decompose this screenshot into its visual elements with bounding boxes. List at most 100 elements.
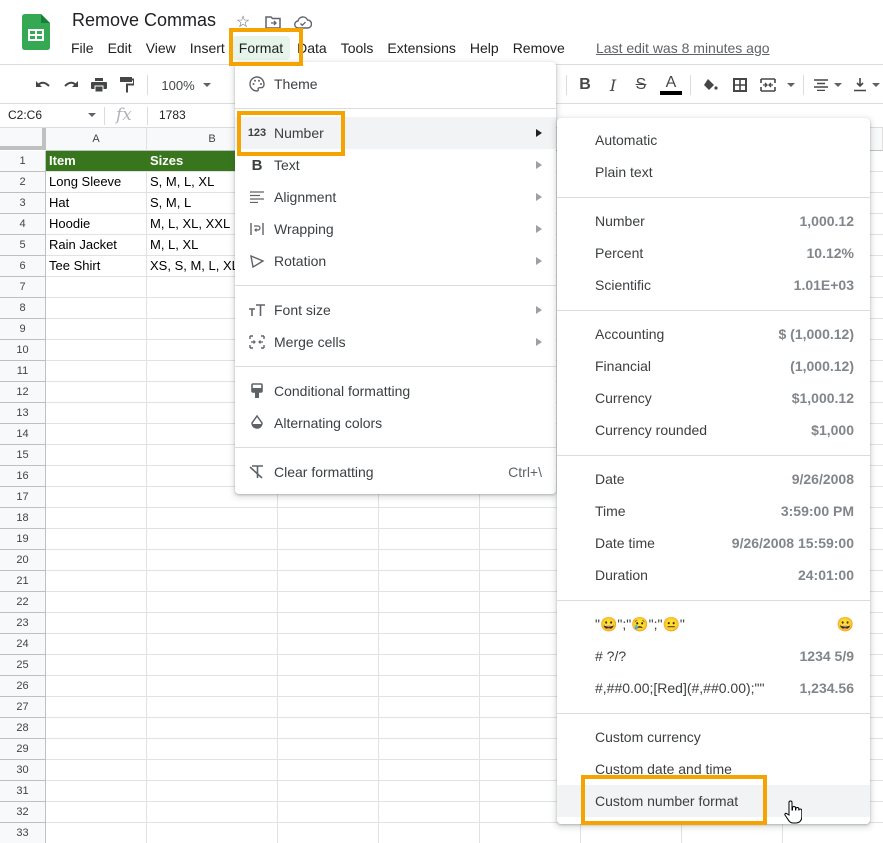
row-header[interactable]: 20 xyxy=(0,550,46,571)
format-menu-alignment[interactable]: Alignment xyxy=(235,181,556,213)
number-menu-custom-currency[interactable]: Custom currency xyxy=(557,721,870,753)
number-menu-currency[interactable]: Currency $1,000.12 xyxy=(557,382,870,414)
vertical-align-icon[interactable] xyxy=(850,73,870,97)
row-header[interactable]: 25 xyxy=(0,655,46,676)
row-header[interactable]: 32 xyxy=(0,802,46,823)
last-edit-link[interactable]: Last edit was 8 minutes ago xyxy=(596,40,770,56)
header-cell[interactable]: Item xyxy=(46,151,147,171)
menu-tools[interactable]: Tools xyxy=(334,36,381,60)
row-header[interactable]: 24 xyxy=(0,634,46,655)
borders-icon[interactable] xyxy=(729,73,751,97)
row-header[interactable]: 17 xyxy=(0,487,46,508)
name-box[interactable]: C2:C6 xyxy=(8,108,42,122)
text-color-button[interactable]: A xyxy=(659,73,683,97)
row-header[interactable]: 27 xyxy=(0,697,46,718)
number-menu-financial[interactable]: Financial (1,000.12) xyxy=(557,350,870,382)
row-header[interactable]: 10 xyxy=(0,340,46,361)
row-header[interactable]: 9 xyxy=(0,319,46,340)
data-cell[interactable]: Hat xyxy=(46,193,146,213)
horizontal-align-icon[interactable] xyxy=(810,73,832,97)
row-header[interactable]: 22 xyxy=(0,592,46,613)
format-menu-conditional-formatting[interactable]: Conditional formatting xyxy=(235,375,556,407)
paint-format-icon[interactable] xyxy=(116,73,138,97)
column-header-a[interactable]: A xyxy=(46,128,147,151)
menu-view[interactable]: View xyxy=(139,36,183,60)
number-menu-automatic[interactable]: Automatic xyxy=(557,124,870,156)
number-menu-date-time[interactable]: Date time 9/26/2008 15:59:00 xyxy=(557,527,870,559)
number-menu-time[interactable]: Time 3:59:00 PM xyxy=(557,495,870,527)
name-box-dropdown-icon[interactable] xyxy=(88,113,96,117)
row-header[interactable]: 26 xyxy=(0,676,46,697)
format-menu-font-size[interactable]: Font size xyxy=(235,294,556,326)
submenu-arrow-icon xyxy=(536,225,542,233)
print-icon[interactable] xyxy=(88,73,110,97)
formula-input[interactable]: 1783 xyxy=(159,108,186,122)
row-header[interactable]: 3 xyxy=(0,193,46,214)
format-menu-theme[interactable]: Theme xyxy=(235,68,556,100)
row-header[interactable]: 1 xyxy=(0,151,46,172)
number-menu-accounting[interactable]: Accounting $ (1,000.12) xyxy=(557,318,870,350)
strikethrough-button[interactable]: S xyxy=(631,73,651,97)
row-header[interactable]: 14 xyxy=(0,424,46,445)
data-cell[interactable]: Rain Jacket xyxy=(46,235,146,255)
number-menu-emoji-format[interactable]: "😀";"😢";"😐" 😀 xyxy=(557,608,870,640)
number-menu-number[interactable]: Number 1,000.12 xyxy=(557,205,870,237)
menu-file[interactable]: File xyxy=(64,36,101,60)
merge-cells-icon[interactable] xyxy=(757,73,779,97)
menu-edit[interactable]: Edit xyxy=(101,36,139,60)
row-header[interactable]: 30 xyxy=(0,760,46,781)
undo-icon[interactable] xyxy=(32,73,54,97)
row-header[interactable]: 28 xyxy=(0,718,46,739)
data-cell[interactable]: Tee Shirt xyxy=(46,256,146,276)
merge-dropdown-icon[interactable] xyxy=(784,73,798,97)
row-header[interactable]: 19 xyxy=(0,529,46,550)
zoom-select[interactable]: 100% xyxy=(158,73,198,97)
align-dropdown-icon[interactable] xyxy=(832,73,844,97)
number-menu-date[interactable]: Date 9/26/2008 xyxy=(557,463,870,495)
row-header[interactable]: 8 xyxy=(0,298,46,319)
fill-color-icon[interactable] xyxy=(699,73,721,97)
row-header[interactable]: 15 xyxy=(0,445,46,466)
format-menu-merge-cells[interactable]: Merge cells xyxy=(235,326,556,358)
row-header[interactable]: 11 xyxy=(0,361,46,382)
row-header[interactable]: 31 xyxy=(0,781,46,802)
row-header[interactable]: 12 xyxy=(0,382,46,403)
number-menu-red-negative-format[interactable]: #,##0.00;[Red](#,##0.00);"" 1,234.56 xyxy=(557,672,870,704)
row-header[interactable]: 23 xyxy=(0,613,46,634)
format-menu-wrapping[interactable]: Wrapping xyxy=(235,213,556,245)
zoom-dropdown-icon[interactable] xyxy=(200,73,214,97)
menu-remove[interactable]: Remove xyxy=(506,36,572,60)
format-menu-rotation[interactable]: Rotation xyxy=(235,245,556,277)
row-header[interactable]: 16 xyxy=(0,466,46,487)
valign-dropdown-icon[interactable] xyxy=(870,73,882,97)
italic-button[interactable]: I xyxy=(603,73,623,97)
bold-button[interactable]: B xyxy=(575,73,595,97)
menu-insert[interactable]: Insert xyxy=(183,36,232,60)
redo-icon[interactable] xyxy=(60,73,82,97)
data-cell[interactable]: Long Sleeve xyxy=(46,172,146,192)
menu-extensions[interactable]: Extensions xyxy=(380,36,462,60)
select-all-corner[interactable] xyxy=(0,128,46,150)
row-header[interactable]: 21 xyxy=(0,571,46,592)
sheets-logo-icon[interactable] xyxy=(22,14,50,50)
row-header[interactable]: 6 xyxy=(0,256,46,277)
row-header[interactable]: 5 xyxy=(0,235,46,256)
format-menu-clear-formatting[interactable]: Clear formatting Ctrl+\ xyxy=(235,456,556,488)
row-header[interactable]: 33 xyxy=(0,823,46,843)
row-header[interactable]: 4 xyxy=(0,214,46,235)
row-header[interactable]: 2 xyxy=(0,172,46,193)
row-header[interactable]: 13 xyxy=(0,403,46,424)
data-cell[interactable]: Hoodie xyxy=(46,214,146,234)
number-menu-percent[interactable]: Percent 10.12% xyxy=(557,237,870,269)
row-header[interactable]: 18 xyxy=(0,508,46,529)
document-title[interactable]: Remove Commas xyxy=(72,10,216,31)
number-menu-fraction-format[interactable]: # ?/? 1234 5/9 xyxy=(557,640,870,672)
format-menu-alternating-colors[interactable]: Alternating colors xyxy=(235,407,556,439)
number-menu-currency-rounded[interactable]: Currency rounded $1,000 xyxy=(557,414,870,446)
row-header[interactable]: 29 xyxy=(0,739,46,760)
number-menu-duration[interactable]: Duration 24:01:00 xyxy=(557,559,870,591)
number-menu-scientific[interactable]: Scientific 1.01E+03 xyxy=(557,269,870,301)
row-header[interactable]: 7 xyxy=(0,277,46,298)
menu-help[interactable]: Help xyxy=(463,36,506,60)
number-menu-plain-text[interactable]: Plain text xyxy=(557,156,870,188)
